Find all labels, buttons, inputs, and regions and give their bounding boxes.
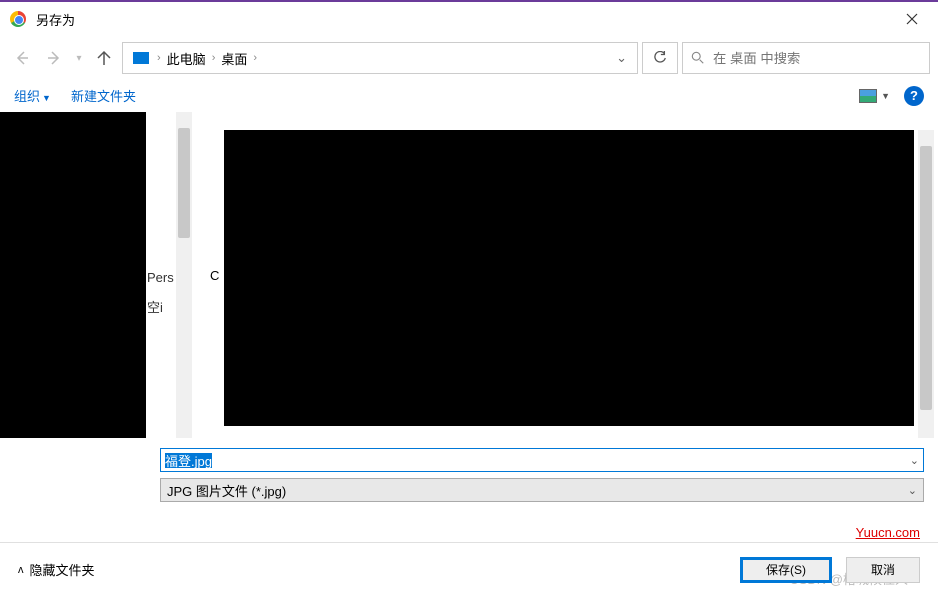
titlebar: 另存为	[0, 2, 938, 36]
filetype-dropdown[interactable]: ⌄	[908, 484, 917, 497]
scrollbar-thumb[interactable]	[178, 128, 190, 238]
back-button[interactable]	[8, 44, 36, 72]
search-icon	[691, 51, 705, 65]
file-fields: ⌄ JPG 图片文件 (*.jpg) ⌄	[0, 438, 938, 502]
file-area[interactable]: C	[192, 112, 938, 438]
navigation-bar: ▾ › 此电脑 › 桌面 › ⌄	[0, 36, 938, 80]
up-button[interactable]	[90, 44, 118, 72]
hide-folders-toggle[interactable]: ʌ 隐藏文件夹	[18, 560, 95, 579]
breadcrumb-root[interactable]: 此电脑	[163, 49, 210, 68]
main-scrollbar[interactable]	[918, 130, 934, 438]
breadcrumb-sep: ›	[251, 52, 259, 64]
arrow-left-icon	[14, 50, 30, 66]
forward-button[interactable]	[40, 44, 68, 72]
new-folder-button[interactable]: 新建文件夹	[71, 86, 136, 105]
partial-text: C	[210, 130, 224, 438]
view-mode-button[interactable]: ▼	[859, 89, 890, 103]
breadcrumb-current[interactable]: 桌面	[217, 49, 251, 68]
chrome-icon	[10, 11, 26, 27]
breadcrumb-bar[interactable]: › 此电脑 › 桌面 › ⌄	[122, 42, 638, 74]
sidebar: Pers 空i	[0, 112, 176, 438]
sidebar-scrollbar[interactable]	[176, 112, 192, 438]
refresh-icon	[653, 51, 667, 65]
arrow-up-icon	[96, 50, 112, 66]
dialog-title: 另存为	[36, 10, 75, 29]
content-area: Pers 空i C	[0, 112, 938, 438]
breadcrumb-sep: ›	[210, 52, 218, 64]
arrow-right-icon	[46, 50, 62, 66]
organize-menu[interactable]: 组织▼	[14, 86, 51, 105]
sidebar-item-label: Pers	[146, 270, 176, 285]
close-button[interactable]	[892, 4, 932, 34]
filename-field[interactable]: ⌄	[160, 448, 924, 472]
organize-label: 组织	[14, 89, 40, 104]
close-icon	[906, 13, 918, 25]
cancel-button[interactable]: 取消	[846, 557, 920, 583]
sidebar-item-label: 空i	[146, 297, 176, 316]
sidebar-redacted	[0, 112, 146, 438]
preview-redacted	[224, 130, 914, 426]
toolbar: 组织▼ 新建文件夹 ▼ ?	[0, 80, 938, 112]
filetype-value: JPG 图片文件 (*.jpg)	[167, 481, 286, 500]
bottom-bar: Yuucn.com ʌ 隐藏文件夹 保存(S) 取消 CSDN @榕城候佳人	[0, 542, 938, 596]
refresh-button[interactable]	[642, 42, 678, 74]
help-button[interactable]: ?	[904, 86, 924, 106]
picture-icon	[859, 89, 877, 103]
recent-dropdown[interactable]: ▾	[72, 44, 86, 72]
search-box[interactable]	[682, 42, 930, 74]
path-dropdown[interactable]: ⌄	[610, 50, 633, 66]
search-input[interactable]	[713, 51, 921, 66]
watermark-red: Yuucn.com	[856, 525, 920, 540]
hide-folders-label: 隐藏文件夹	[30, 560, 95, 579]
chevron-up-icon: ʌ	[18, 564, 24, 576]
pc-icon	[133, 52, 149, 64]
scrollbar-thumb[interactable]	[920, 146, 932, 410]
filename-dropdown[interactable]: ⌄	[904, 454, 919, 467]
breadcrumb-sep: ›	[155, 52, 163, 64]
filename-input[interactable]	[165, 453, 904, 468]
filetype-field[interactable]: JPG 图片文件 (*.jpg) ⌄	[160, 478, 924, 502]
save-button[interactable]: 保存(S)	[740, 557, 832, 583]
